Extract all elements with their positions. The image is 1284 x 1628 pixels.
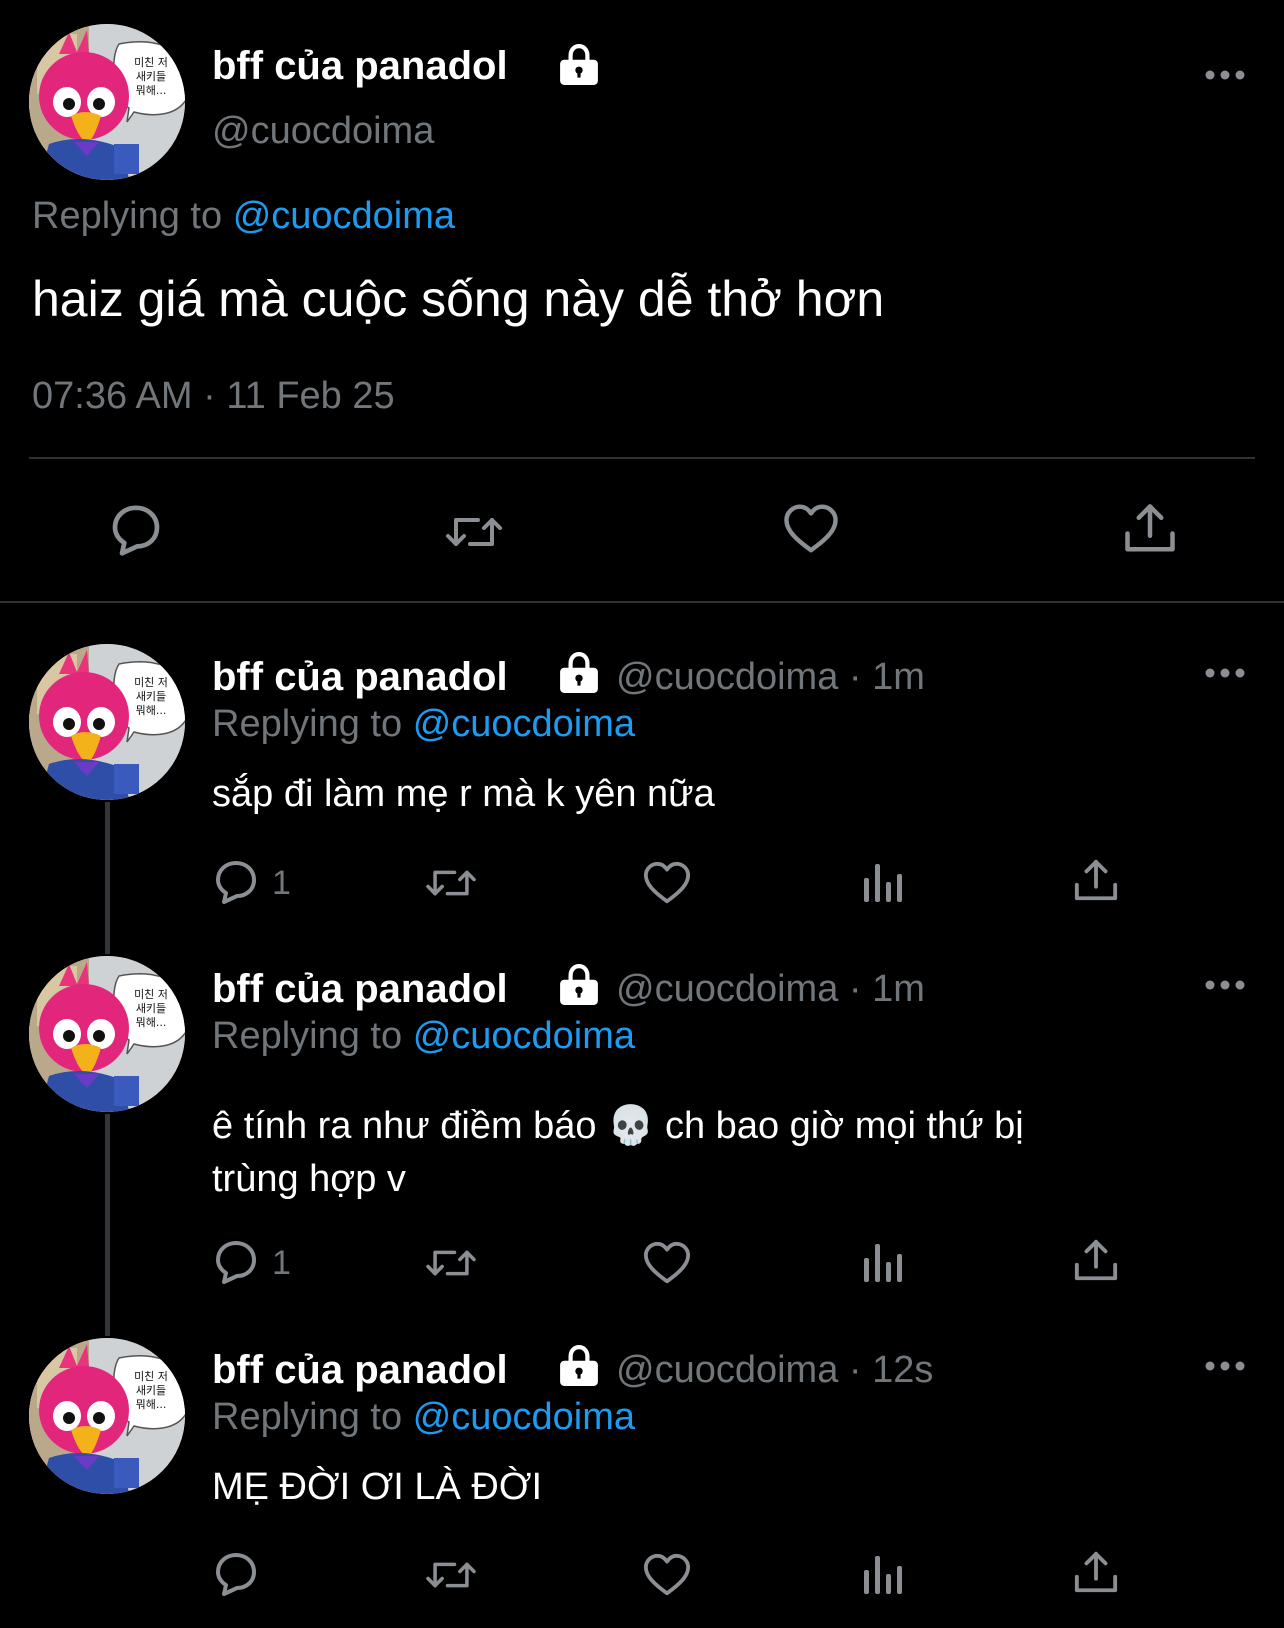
heart-icon[interactable] xyxy=(642,1240,692,1286)
tweet-meta[interactable]: @cuocdoima · 1m xyxy=(616,656,925,699)
replying-prefix: Replying to xyxy=(212,703,403,745)
avatar[interactable] xyxy=(29,956,185,1112)
retweet-icon[interactable] xyxy=(422,1552,480,1598)
share-icon[interactable] xyxy=(1073,1238,1119,1284)
replying-to: Replying to @cuocdoima xyxy=(212,1396,635,1439)
more-icon[interactable] xyxy=(1205,70,1245,80)
reply-icon[interactable] xyxy=(212,1238,260,1286)
tweet-meta[interactable]: @cuocdoima · 12s xyxy=(616,1349,933,1392)
tweet-text-line-2: trùng hợp v xyxy=(212,1158,406,1200)
reply-icon[interactable] xyxy=(212,858,260,906)
avatar[interactable] xyxy=(29,1338,185,1494)
replying-handle[interactable]: @cuocdoima xyxy=(413,703,635,745)
views-icon[interactable] xyxy=(862,1552,906,1598)
tweet-text: haiz giá mà cuộc sống này dễ thở hơn xyxy=(32,271,885,327)
share-icon[interactable] xyxy=(1073,1550,1119,1596)
retweet-icon[interactable] xyxy=(422,1240,480,1286)
display-name[interactable]: bff của panadol xyxy=(212,655,508,700)
lock-icon xyxy=(558,652,600,694)
thread-line xyxy=(105,802,110,954)
display-name[interactable]: bff của panadol xyxy=(212,967,508,1012)
retweet-icon[interactable] xyxy=(422,860,480,906)
display-name[interactable]: bff của panadol xyxy=(212,1348,508,1393)
reply-count: 1 xyxy=(272,1244,291,1282)
replying-prefix: Replying to xyxy=(212,1015,403,1057)
retweet-icon[interactable] xyxy=(440,506,508,558)
section-separator xyxy=(0,601,1284,603)
more-icon[interactable] xyxy=(1205,668,1245,678)
replying-to: Replying to @cuocdoima xyxy=(212,703,635,746)
heart-icon[interactable] xyxy=(782,503,840,555)
replying-prefix: Replying to xyxy=(212,1396,403,1438)
display-name[interactable]: bff của panadol xyxy=(212,44,508,89)
replying-handle[interactable]: @cuocdoima xyxy=(413,1396,635,1438)
reply-icon[interactable] xyxy=(212,1550,260,1598)
more-icon[interactable] xyxy=(1205,980,1245,990)
tweet-text: sắp đi làm mẹ r mà k yên nữa xyxy=(212,773,715,815)
replying-prefix: Replying to xyxy=(32,195,223,237)
replying-handle[interactable]: @cuocdoima xyxy=(233,195,455,237)
share-icon[interactable] xyxy=(1073,858,1119,904)
replying-to: Replying to @cuocdoima xyxy=(212,1015,635,1058)
views-icon[interactable] xyxy=(862,860,906,906)
replying-to: Replying to @cuocdoima xyxy=(32,195,455,238)
handle[interactable]: @cuocdoima xyxy=(212,110,434,153)
reply-count: 1 xyxy=(272,864,291,902)
heart-icon[interactable] xyxy=(642,1552,692,1598)
reply-icon[interactable] xyxy=(108,502,164,558)
timestamp: 07:36 AM · 11 Feb 25 xyxy=(32,375,395,417)
heart-icon[interactable] xyxy=(642,860,692,906)
avatar[interactable] xyxy=(29,24,185,180)
views-icon[interactable] xyxy=(862,1240,906,1286)
lock-icon xyxy=(558,1345,600,1387)
share-icon[interactable] xyxy=(1123,502,1177,556)
tweet-meta[interactable]: @cuocdoima · 1m xyxy=(616,968,925,1011)
tweet-text-line-1: ê tính ra như điềm báo 💀 ch bao giờ mọi … xyxy=(212,1105,1024,1147)
replying-handle[interactable]: @cuocdoima xyxy=(413,1015,635,1057)
lock-icon xyxy=(558,964,600,1006)
avatar[interactable] xyxy=(29,644,185,800)
more-icon[interactable] xyxy=(1205,1361,1245,1371)
lock-icon xyxy=(558,44,600,86)
thread-line xyxy=(105,1114,110,1336)
tweet-text: MẸ ĐỜI ƠI LÀ ĐỜI xyxy=(212,1466,543,1508)
divider xyxy=(29,457,1255,459)
